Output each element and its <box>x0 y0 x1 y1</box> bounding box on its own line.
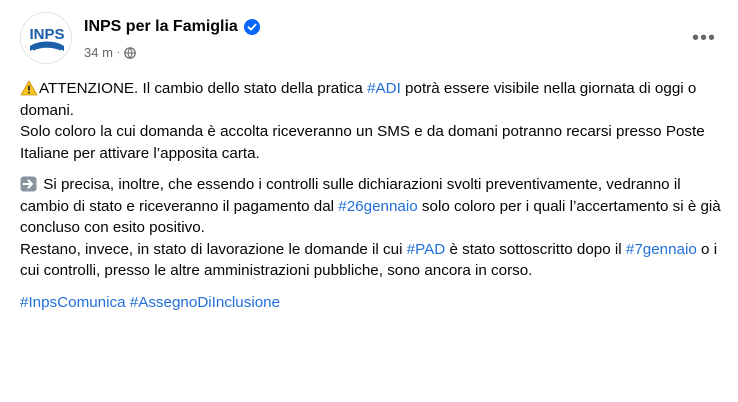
hashtag-link[interactable]: #26gennaio <box>338 198 417 215</box>
globe-icon <box>124 46 137 59</box>
inps-logo: INPS <box>21 13 71 63</box>
post-meta: 34 m · <box>84 45 137 60</box>
hashtag-link[interactable]: #InpsComunica <box>20 294 126 311</box>
meta-separator: · <box>116 47 121 58</box>
paragraph-2: Si precisa, inoltre, che essendo i contr… <box>20 176 721 279</box>
hashtag-link[interactable]: #PAD <box>407 241 446 258</box>
page-avatar[interactable]: INPS <box>20 12 72 64</box>
warning-emoji-icon <box>20 80 38 96</box>
hashtag-link[interactable]: #AssegnoDiInclusione <box>130 294 280 311</box>
hashtag-link[interactable]: #ADI <box>367 80 401 97</box>
hashtag-line: #InpsComunica #AssegnoDiInclusione <box>20 292 722 314</box>
post-header: INPS INPS per la Famiglia 34 m · ••• <box>20 12 722 64</box>
paragraph-1: ATTENZIONE. Il cambio dello stato della … <box>20 80 705 162</box>
hashtag-link[interactable]: #7gennaio <box>626 241 697 258</box>
svg-text:INPS: INPS <box>29 26 64 43</box>
right-arrow-emoji-icon <box>20 176 38 192</box>
post-time[interactable]: 34 m <box>84 45 113 60</box>
author-name[interactable]: INPS per la Famiglia <box>84 18 238 36</box>
verified-badge-icon <box>243 19 260 35</box>
post-content: ATTENZIONE. Il cambio dello stato della … <box>20 78 722 323</box>
more-options-icon[interactable]: ••• <box>686 20 722 56</box>
author-row: INPS per la Famiglia <box>84 18 260 36</box>
facebook-post: INPS INPS per la Famiglia 34 m · ••• ATT… <box>0 0 738 402</box>
